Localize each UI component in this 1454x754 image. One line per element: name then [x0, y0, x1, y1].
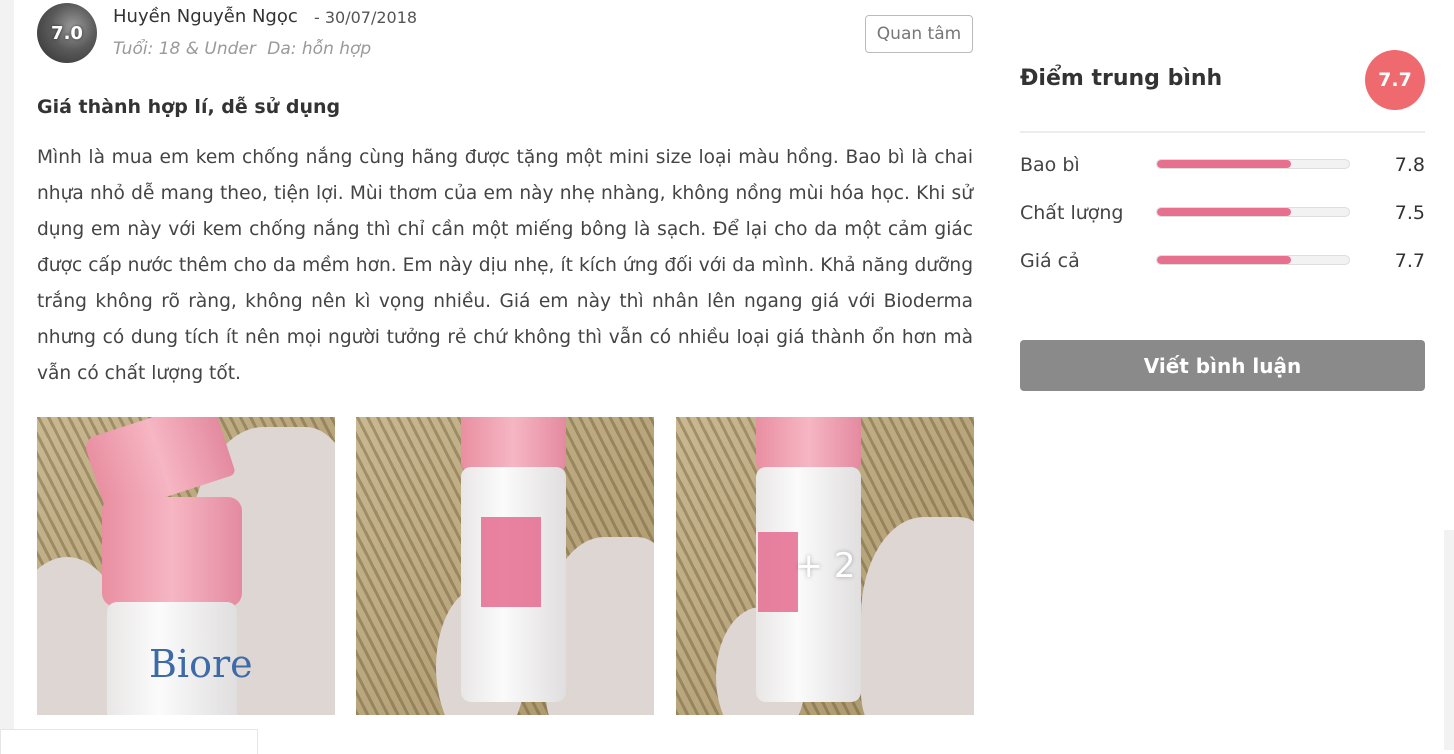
- criteria-bar-quality: [1156, 207, 1350, 217]
- review-title: Giá thành hợp lí, dễ sử dụng: [37, 96, 341, 118]
- write-review-button[interactable]: Viết bình luận: [1020, 340, 1425, 391]
- avatar[interactable]: 7.0: [37, 3, 97, 63]
- brand-logo: Biore: [149, 642, 253, 686]
- label-pink: [481, 517, 541, 607]
- avg-title: Điểm trung bình: [1020, 66, 1223, 91]
- more-photos-overlay[interactable]: + 2: [676, 417, 974, 715]
- criteria-label-packaging: Bao bì: [1020, 154, 1080, 176]
- criteria-label-quality: Chất lượng: [1020, 202, 1124, 224]
- bottom-box: [0, 729, 258, 754]
- criteria-label-price: Giá cả: [1020, 250, 1080, 272]
- avg-score-badge: 7.7: [1365, 50, 1425, 110]
- follow-button[interactable]: Quan tâm: [865, 15, 973, 53]
- criteria-bar-fill: [1157, 160, 1292, 168]
- bottle-cap: [461, 417, 566, 472]
- divider: [1020, 131, 1425, 133]
- bottle-cap: [102, 497, 242, 607]
- criteria-bar-packaging: [1156, 159, 1350, 169]
- author-name[interactable]: Huyền Nguyễn Ngọc: [113, 6, 298, 27]
- review-photo-3[interactable]: + 2: [676, 417, 974, 715]
- criteria-value-price: 7.7: [1394, 250, 1425, 272]
- avatar-score: 7.0: [51, 22, 83, 44]
- review-photo-2[interactable]: [356, 417, 654, 715]
- author-meta: Tuổi: 18 & Under Da: hỗn hợp: [113, 39, 371, 59]
- author-skin-type: Da: hỗn hợp: [267, 39, 372, 59]
- review-date: - 30/07/2018: [314, 8, 418, 27]
- criteria-value-packaging: 7.8: [1394, 154, 1425, 176]
- criteria-bar-fill: [1157, 208, 1292, 216]
- criteria-bar-price: [1156, 255, 1350, 265]
- author-age: Tuổi: 18 & Under: [113, 39, 256, 59]
- criteria-bar-fill: [1157, 256, 1292, 264]
- review-photo-1[interactable]: Biore: [37, 417, 335, 715]
- criteria-value-quality: 7.5: [1394, 202, 1425, 224]
- page-edge: [1444, 530, 1454, 750]
- review-body: Mình là mua em kem chống nắng cùng hãng …: [37, 147, 973, 384]
